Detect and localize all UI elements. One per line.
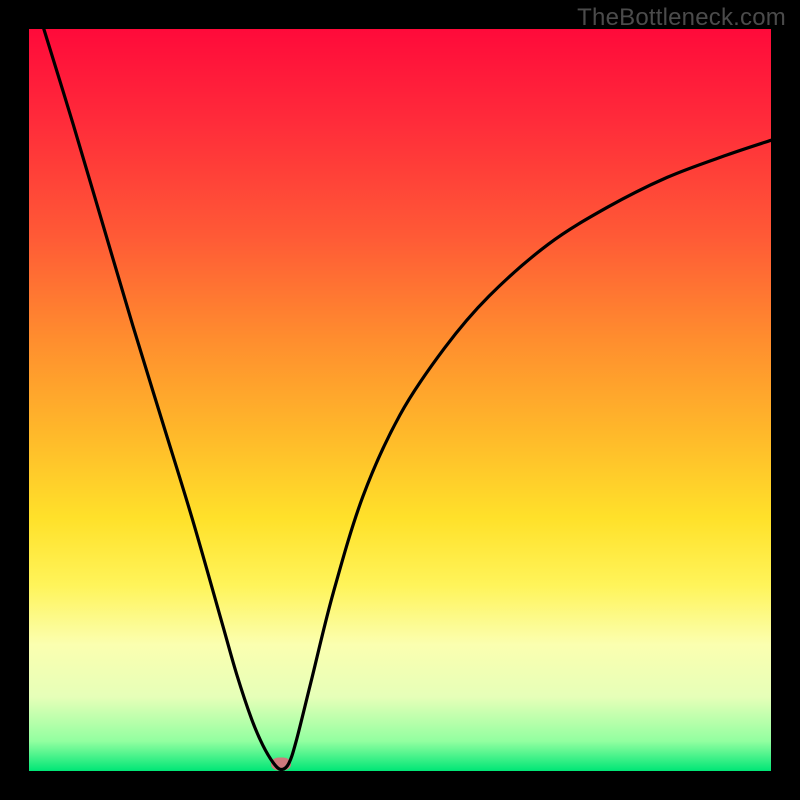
plot-area [29, 29, 771, 771]
bottleneck-curve [44, 29, 771, 770]
chart-stage: TheBottleneck.com [0, 0, 800, 800]
watermark-text: TheBottleneck.com [577, 4, 786, 32]
curve-svg [29, 29, 771, 771]
plot-frame [29, 29, 771, 771]
